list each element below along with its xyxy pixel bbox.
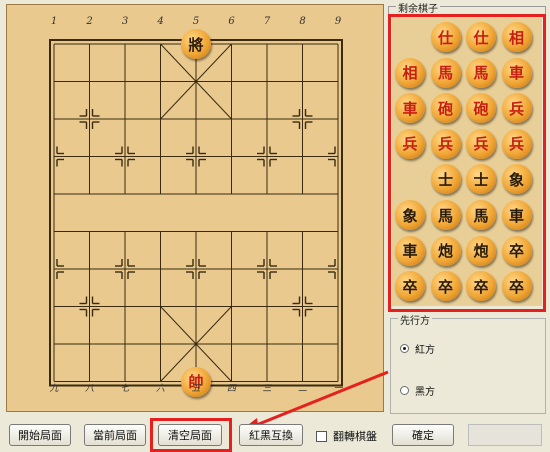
cancel-button[interactable] xyxy=(468,424,542,446)
flip-board-label: 翻轉棋盤 xyxy=(333,430,377,443)
flip-board-checkbox[interactable]: 翻轉棋盤 xyxy=(316,428,377,444)
clear-button-highlight-frame xyxy=(150,418,232,452)
red-first-radio[interactable]: 紅方 xyxy=(400,341,435,356)
red-first-label: 紅方 xyxy=(415,345,435,356)
black-first-radio[interactable]: 黑方 xyxy=(400,383,435,398)
bottom-file-number: 二 xyxy=(297,384,307,394)
current-position-button[interactable]: 當前局面 xyxy=(84,424,146,446)
ok-button[interactable]: 確定 xyxy=(392,424,454,446)
start-position-button[interactable]: 開始局面 xyxy=(9,424,71,446)
bottom-file-number: 一 xyxy=(333,384,343,394)
remaining-pieces-title: 剩余棋子 xyxy=(396,0,440,15)
first-move-title: 先行方 xyxy=(398,312,432,327)
first-move-group xyxy=(390,318,546,414)
bottom-file-number: 三 xyxy=(262,384,272,394)
black-general-piece[interactable]: 將 xyxy=(181,29,211,59)
palette-highlight-frame xyxy=(388,14,546,312)
bottom-file-number: 四 xyxy=(226,384,236,394)
radio-dot xyxy=(400,386,409,395)
bottom-file-number: 五 xyxy=(191,384,201,394)
black-first-label: 黑方 xyxy=(415,387,435,398)
bottom-file-number: 九 xyxy=(49,384,59,394)
checkbox-box xyxy=(316,430,327,442)
bottom-file-number: 八 xyxy=(84,384,94,394)
bottom-file-number: 六 xyxy=(155,384,165,394)
swap-sides-button[interactable]: 紅黑互換 xyxy=(239,424,303,446)
radio-dot-checked xyxy=(400,344,409,353)
bottom-file-number: 七 xyxy=(120,384,130,394)
